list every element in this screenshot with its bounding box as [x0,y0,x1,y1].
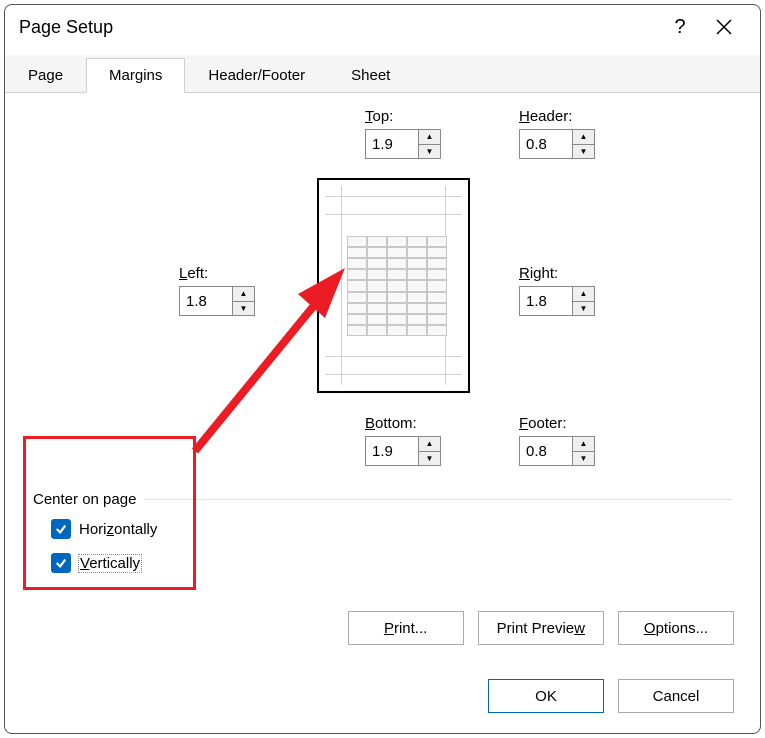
tab-margins[interactable]: Margins [86,58,185,93]
print-button[interactable]: Print... [348,611,464,645]
page-setup-dialog: Page Setup ? Page Margins Header/Footer … [4,4,761,734]
footer-margin-spinner[interactable]: 0.8 ▲ ▼ [519,436,595,466]
spinner-down-icon[interactable]: ▼ [419,145,440,159]
header-margin-spinner[interactable]: 0.8 ▲ ▼ [519,129,595,159]
close-button[interactable] [702,5,746,49]
tabbar: Page Margins Header/Footer Sheet [5,55,760,93]
dialog-button-row: OK Cancel [488,679,734,713]
left-margin-value: 1.8 [180,287,232,315]
top-margin-value: 1.9 [366,130,418,158]
preview-header-line [325,196,462,197]
spinner-up-icon[interactable]: ▲ [419,437,440,452]
footer-margin-arrows: ▲ ▼ [572,437,594,465]
bottom-margin-arrows: ▲ ▼ [418,437,440,465]
titlebar: Page Setup ? [5,5,760,49]
center-on-page-label: Center on page [33,491,144,508]
right-margin-arrows: ▲ ▼ [572,287,594,315]
left-margin-arrows: ▲ ▼ [232,287,254,315]
spinner-up-icon[interactable]: ▲ [573,287,594,302]
page-preview-inner [325,186,462,385]
footer-margin-value: 0.8 [520,437,572,465]
top-margin-label: Top: [365,108,441,125]
spinner-down-icon[interactable]: ▼ [573,452,594,466]
print-preview-button[interactable]: Print Preview [478,611,604,645]
bottom-margin-value: 1.9 [366,437,418,465]
header-margin-label: Header: [519,108,595,125]
options-button[interactable]: Options... [618,611,734,645]
left-margin-spinner[interactable]: 1.8 ▲ ▼ [179,286,255,316]
preview-bottom-line [325,356,462,357]
spinner-down-icon[interactable]: ▼ [573,145,594,159]
ok-button[interactable]: OK [488,679,604,713]
tab-page[interactable]: Page [5,58,86,93]
bottom-margin-group: Bottom: 1.9 ▲ ▼ [365,415,441,466]
top-margin-arrows: ▲ ▼ [418,130,440,158]
help-button[interactable]: ? [658,5,702,49]
right-margin-group: Right: 1.8 ▲ ▼ [519,265,595,316]
left-margin-label: Left: [179,265,255,282]
spinner-down-icon[interactable]: ▼ [573,302,594,316]
close-icon [716,19,732,35]
checkbox-checked-icon [51,519,71,539]
spinner-down-icon[interactable]: ▼ [233,302,254,316]
left-margin-group: Left: 1.8 ▲ ▼ [179,265,255,316]
checkbox-checked-icon [51,553,71,573]
center-vertically-checkbox[interactable]: Vertically [51,553,141,573]
top-margin-group: Top: 1.9 ▲ ▼ [365,108,441,159]
center-horizontally-checkbox[interactable]: Horizontally [51,519,157,539]
margins-content: Top: 1.9 ▲ ▼ Header: 0.8 ▲ ▼ Left: [5,93,760,653]
right-margin-spinner[interactable]: 1.8 ▲ ▼ [519,286,595,316]
spinner-up-icon[interactable]: ▲ [573,437,594,452]
spinner-up-icon[interactable]: ▲ [233,287,254,302]
spinner-up-icon[interactable]: ▲ [573,130,594,145]
cancel-button[interactable]: Cancel [618,679,734,713]
tab-sheet[interactable]: Sheet [328,58,413,93]
spinner-down-icon[interactable]: ▼ [419,452,440,466]
page-preview [317,178,470,393]
center-vertically-label: Vertically [79,555,141,572]
footer-margin-label: Footer: [519,415,595,432]
header-margin-group: Header: 0.8 ▲ ▼ [519,108,595,159]
right-margin-label: Right: [519,265,595,282]
spinner-up-icon[interactable]: ▲ [419,130,440,145]
tab-header-footer[interactable]: Header/Footer [185,58,328,93]
right-margin-value: 1.8 [520,287,572,315]
preview-top-line [325,214,462,215]
bottom-margin-label: Bottom: [365,415,441,432]
preview-left-line [341,186,342,385]
preview-grid [347,236,447,336]
preview-footer-line [325,374,462,375]
header-margin-arrows: ▲ ▼ [572,130,594,158]
dialog-title: Page Setup [19,17,658,38]
header-margin-value: 0.8 [520,130,572,158]
bottom-margin-spinner[interactable]: 1.9 ▲ ▼ [365,436,441,466]
footer-margin-group: Footer: 0.8 ▲ ▼ [519,415,595,466]
center-horizontally-label: Horizontally [79,521,157,538]
top-margin-spinner[interactable]: 1.9 ▲ ▼ [365,129,441,159]
action-button-row: Print... Print Preview Options... [348,611,734,645]
